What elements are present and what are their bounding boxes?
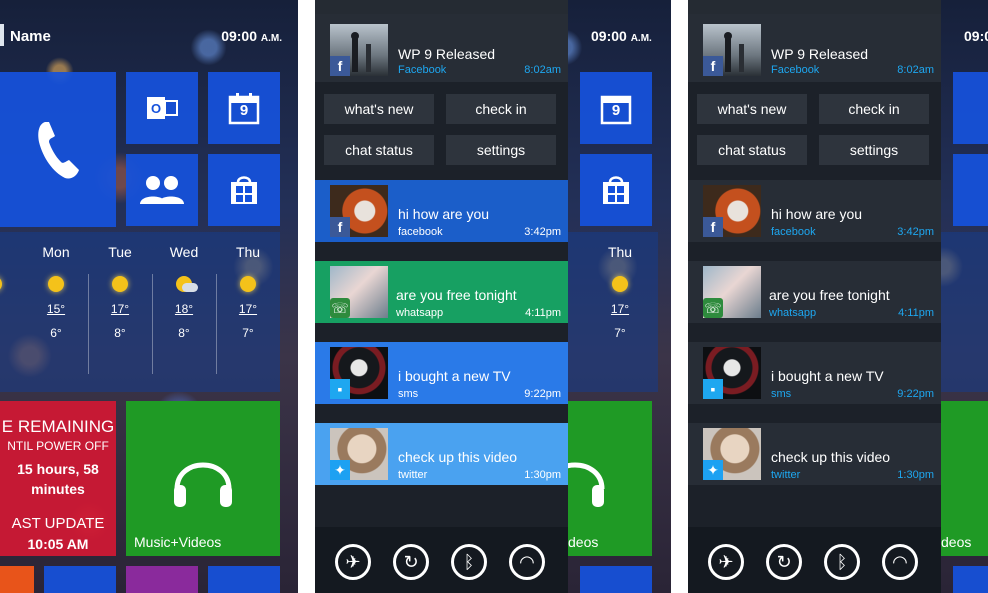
partial-tile[interactable] <box>44 566 116 593</box>
music-videos-tile[interactable]: Music+Videos <box>126 401 280 556</box>
sms-icon: ▪ <box>703 379 723 399</box>
settings-button[interactable]: settings <box>819 135 929 165</box>
calendar-tile[interactable]: 9 <box>208 72 280 144</box>
wifi-icon[interactable]: ◠ <box>882 544 918 580</box>
latest-notification[interactable]: f WP 9 Released Facebook 8:02am <box>315 14 568 82</box>
start-peek: 09:00 A.M. 9 Thu 17° 7° deos <box>568 0 671 593</box>
weather-day: Mon 15° 6° <box>42 244 70 340</box>
weather-tile[interactable]: n2° Mon 15°6° Tue 17°8° Wed 18°8° Thu 17… <box>0 232 280 392</box>
twitter-icon: ✦ <box>330 460 350 480</box>
notification-item[interactable]: ✦ check up this video twitter 1:30pm <box>688 423 941 485</box>
chat-status-button[interactable]: chat status <box>324 135 434 165</box>
store-tile[interactable] <box>580 154 652 226</box>
settings-button[interactable]: settings <box>446 135 556 165</box>
partial-tile[interactable] <box>580 566 652 593</box>
start-peek: 09:00 deos <box>941 0 988 593</box>
notification-item[interactable]: ☏ are you free tonight whatsapp 4:11pm <box>315 261 568 323</box>
whatsapp-icon: ☏ <box>330 298 350 318</box>
avatar[interactable] <box>0 24 4 46</box>
quick-toggles: ✈ ↻ ᛒ ◠ <box>315 527 568 593</box>
whatsapp-icon: ☏ <box>703 298 723 318</box>
action-center-dark: 09:00 deos f WP 9 Released Facebook 8:02… <box>688 0 988 593</box>
store-icon <box>603 176 629 204</box>
weather-tile-partial[interactable]: Thu 17° 7° <box>568 232 658 392</box>
notification-panel: f WP 9 Released Facebook 8:02am what's n… <box>688 0 941 593</box>
sun-icon <box>112 276 128 292</box>
partial-tile[interactable] <box>0 566 34 593</box>
headphones-icon <box>174 462 232 507</box>
notification-item[interactable]: f hi how are you facebook 3:42pm <box>315 180 568 242</box>
clock: 09:00 A.M. <box>221 28 282 44</box>
sun-icon <box>240 276 256 292</box>
outlook-tile[interactable]: O <box>126 72 198 144</box>
wifi-icon[interactable]: ◠ <box>509 544 545 580</box>
sms-icon: ▪ <box>330 379 350 399</box>
whats-new-button[interactable]: what's new <box>324 94 434 124</box>
quick-toggles: ✈ ↻ ᛒ ◠ <box>688 527 941 593</box>
weather-day: Thu 17° 7° <box>235 244 261 340</box>
notification-item[interactable]: ☏ are you free tonight whatsapp 4:11pm <box>688 261 941 323</box>
sun-icon <box>612 276 628 292</box>
airplane-mode-icon[interactable]: ✈ <box>708 544 744 580</box>
facebook-icon: f <box>703 56 723 76</box>
outlook-icon: O <box>147 97 178 119</box>
store-icon <box>231 176 257 204</box>
bluetooth-icon[interactable]: ᛒ <box>824 544 860 580</box>
latest-notification[interactable]: f WP 9 Released Facebook 8:02am <box>688 14 941 82</box>
headphones-icon <box>568 462 605 507</box>
airplane-mode-icon[interactable]: ✈ <box>335 544 371 580</box>
twitter-icon: ✦ <box>703 460 723 480</box>
notification-item[interactable]: ▪ i bought a new TV sms 9:22pm <box>315 342 568 404</box>
weather-day: Wed 18° 8° <box>169 244 199 340</box>
user-name: Name <box>10 28 51 45</box>
music-tile-partial[interactable]: deos <box>941 401 988 556</box>
partial-tile[interactable] <box>126 566 198 593</box>
action-center-colored: 09:00 A.M. 9 Thu 17° 7° deos f WP 9 Rele… <box>315 0 671 593</box>
music-tile-partial[interactable]: deos <box>568 401 652 556</box>
store-tile[interactable] <box>953 154 988 226</box>
check-in-button[interactable]: check in <box>446 94 556 124</box>
calendar-day: 9 <box>239 102 249 119</box>
bluetooth-icon[interactable]: ᛒ <box>451 544 487 580</box>
calendar-tile[interactable] <box>953 72 988 144</box>
partly-cloudy-icon <box>176 276 198 292</box>
people-tile[interactable] <box>126 154 198 226</box>
store-tile[interactable] <box>208 154 280 226</box>
phone-icon <box>38 121 79 179</box>
notification-item[interactable]: ▪ i bought a new TV sms 9:22pm <box>688 342 941 404</box>
weather-tile-partial[interactable] <box>941 232 988 392</box>
clock: 09:00 A.M. <box>591 28 652 44</box>
notification-item[interactable]: ✦ check up this video twitter 1:30pm <box>315 423 568 485</box>
whats-new-button[interactable]: what's new <box>697 94 807 124</box>
sun-icon <box>48 276 64 292</box>
facebook-icon: f <box>330 56 350 76</box>
tile-label: Music+Videos <box>134 534 222 550</box>
svg-text:O: O <box>151 101 161 116</box>
people-icon <box>140 176 184 204</box>
notification-thumbnail: f <box>330 24 388 76</box>
battery-tile[interactable]: E REMAINING NTIL POWER OFF 15 hours, 58 … <box>0 401 116 556</box>
weather-day: Tue 17° 8° <box>108 244 132 340</box>
notification-item[interactable]: f hi how are you facebook 3:42pm <box>688 180 941 242</box>
phone-tile[interactable] <box>0 72 116 227</box>
calendar-tile[interactable]: 9 <box>580 72 652 144</box>
partial-tile[interactable] <box>208 566 280 593</box>
rotation-lock-icon[interactable]: ↻ <box>393 544 429 580</box>
notification-thumbnail: f <box>703 24 761 76</box>
notification-panel: f WP 9 Released Facebook 8:02am what's n… <box>315 0 568 593</box>
facebook-icon: f <box>703 217 723 237</box>
chat-status-button[interactable]: chat status <box>697 135 807 165</box>
start-screen: Name 09:00 A.M. O 9 Mon 15° 6° Tue 17° 8… <box>0 0 298 593</box>
facebook-icon: f <box>330 217 350 237</box>
partial-tile[interactable] <box>953 566 988 593</box>
rotation-lock-icon[interactable]: ↻ <box>766 544 802 580</box>
check-in-button[interactable]: check in <box>819 94 929 124</box>
clock: 09:00 <box>964 28 988 44</box>
